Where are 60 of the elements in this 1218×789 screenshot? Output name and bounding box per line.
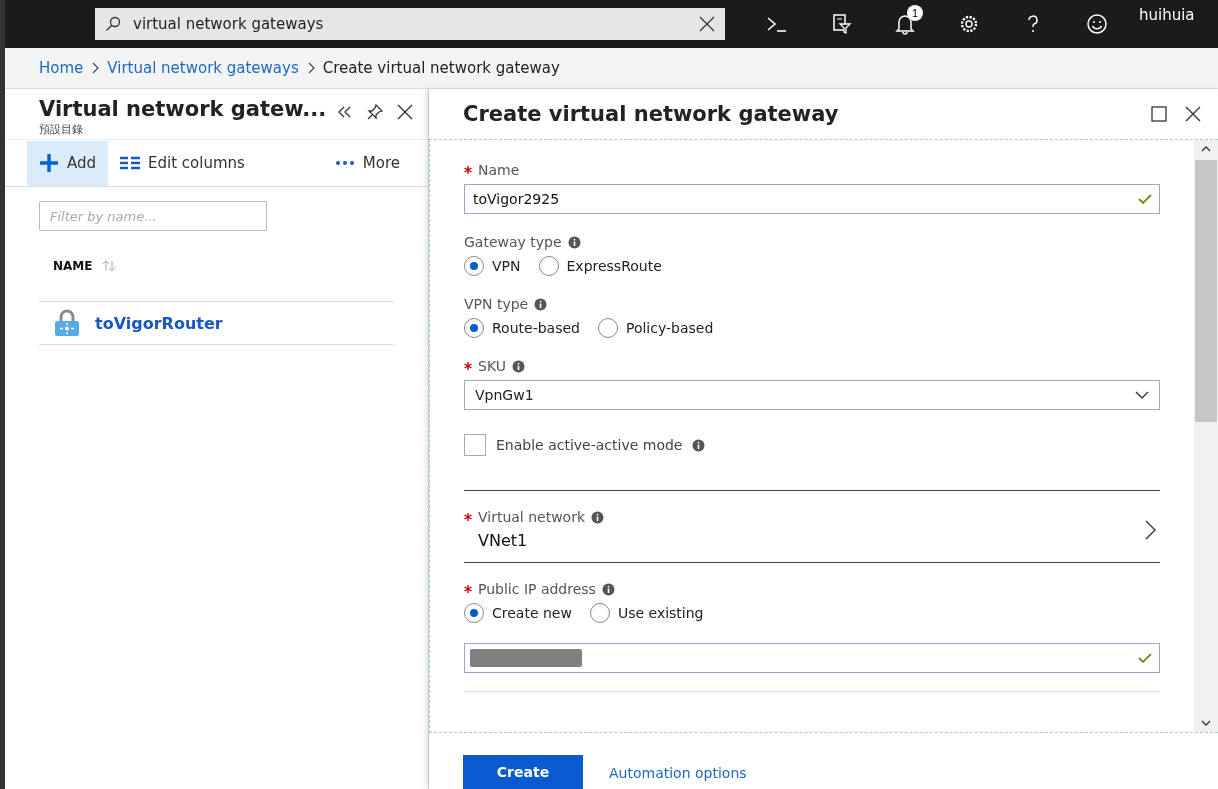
clear-icon [699,16,715,32]
gear-icon [958,13,980,35]
columns-icon [120,156,141,170]
chevron-right-icon [306,62,315,74]
dropdown[interactable]: VpnGw1 [464,380,1160,410]
toolbar-button[interactable]: Add [27,140,109,186]
field-label: Public IP address [478,581,596,597]
field-label: Name [478,162,520,178]
sort-icon [102,260,117,272]
search-field[interactable]: virtual network gateways [95,8,725,40]
toolbar-button[interactable]: Edit columns [108,140,257,186]
close-icon [1184,105,1202,123]
breadcrumb-link[interactable]: Home [39,59,84,77]
filter-icon [830,13,852,35]
column-header[interactable]: NAME [53,259,93,273]
radio-label[interactable]: ExpressRoute [566,258,662,274]
search-icon [105,16,121,32]
blade-title: Create virtual network gateway [463,102,839,126]
text-field[interactable] [464,643,1160,673]
ellipsis-icon [334,160,355,166]
filter-field[interactable]: Filter by name... [39,201,267,231]
radio-label[interactable]: Create new [492,605,572,621]
text-field[interactable]: toVigor2925 [464,184,1160,214]
resource-link[interactable]: toVigorRouter [95,313,223,333]
create-button[interactable]: Create [463,755,583,789]
breadcrumb-current: Create virtual network gateway [322,59,560,77]
chevron-right-icon [1144,519,1156,540]
field-label: Gateway type [464,234,562,250]
blade-subtitle: 預設目錄 [39,122,84,137]
automation-link[interactable]: Automation options [609,765,747,781]
scrollbar[interactable] [1194,140,1218,732]
field-label: Virtual network [478,509,586,525]
square-icon [1150,105,1168,123]
lock-icon [53,309,81,337]
square-button[interactable] [1148,103,1170,125]
close-icon [396,103,414,121]
scroll-down-icon [1201,720,1211,726]
pin-icon [366,103,384,121]
breadcrumb-link[interactable]: Virtual network gateways [107,59,299,77]
radio-label[interactable]: VPN [492,258,521,274]
radio-label[interactable]: Policy-based [625,320,714,336]
checkbox-label[interactable]: Enable active-active mode [496,437,683,453]
blade-title: Virtual network gatew... [39,97,327,121]
toolbar-button[interactable]: More [322,140,400,186]
chevron-right-icon [91,62,100,74]
chevron-down-icon [1135,391,1149,399]
radio-label[interactable]: Route-based [492,320,580,336]
smiley-icon [1086,13,1108,35]
field-label: VPN type [464,296,529,312]
field-label: SKU [478,358,506,374]
field-value: VNet1 [477,531,529,550]
plus-icon [39,153,59,173]
picker-row[interactable]: Virtual network VNet1 [464,491,1160,562]
scroll-up-icon [1201,146,1211,152]
notification-badge: 1 [907,5,923,21]
bell-button[interactable]: 1 [873,0,937,48]
user-name[interactable]: huihuia [1139,6,1195,24]
checkbox[interactable] [464,434,486,456]
radio-label[interactable]: Use existing [617,605,704,621]
scroll-thumb[interactable] [1195,160,1217,422]
